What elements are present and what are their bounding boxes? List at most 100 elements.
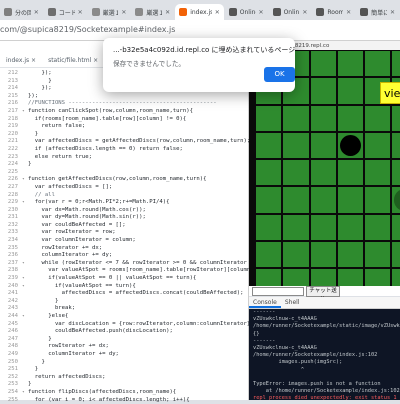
board-cell[interactable] — [255, 104, 283, 132]
fold-chevron-icon[interactable] — [22, 169, 28, 177]
board-cell[interactable] — [336, 186, 365, 214]
board-cell[interactable] — [336, 50, 365, 78]
close-icon[interactable]: ✕ — [390, 9, 395, 16]
tab-favicon-icon — [4, 8, 12, 16]
file-tab[interactable]: index.js × — [0, 55, 42, 67]
board-cell[interactable] — [391, 50, 400, 78]
code-area[interactable]: 212 }); 213 } 214 }); 215}); 216//FUNCTIONS … — [0, 70, 284, 404]
browser-tab[interactable]: Online✕ — [225, 4, 268, 20]
board-cell[interactable] — [364, 213, 392, 242]
tab-label: 厳選１ — [102, 9, 119, 17]
board-cell[interactable] — [364, 131, 392, 160]
code-line: 222 if (affectedDiscs.length == 0) retur… — [0, 146, 248, 154]
console-line: at /home/runner/Socketexample/index.js:1… — [253, 388, 400, 395]
line-number: 229 — [7, 199, 18, 206]
line-number: 235 — [7, 244, 18, 251]
line-number: 217 — [7, 107, 18, 114]
tab-favicon-icon — [228, 8, 237, 16]
line-number: 226 — [7, 176, 18, 183]
code-text: rowIterator += dx; — [28, 343, 109, 350]
line-number: 222 — [7, 145, 18, 152]
browser-tab[interactable]: 厳選１C✕ — [131, 4, 174, 20]
board-cell[interactable] — [336, 241, 365, 269]
board-cell[interactable] — [336, 77, 365, 105]
browser-tab[interactable]: index.js ✕ — [175, 4, 224, 20]
code-text: } — [28, 130, 39, 137]
board-cell[interactable] — [309, 131, 337, 160]
code-line: 253} — [0, 381, 248, 389]
board-cell[interactable] — [336, 213, 365, 242]
alert-dialog: ...-b32e5a4c092d.id.repl.co に埋め込まれているページ… — [103, 38, 295, 92]
board-cell[interactable] — [309, 213, 337, 242]
code-text: var affectedDiscs = getAffectedDiscs(row… — [28, 138, 251, 145]
board-cell[interactable] — [309, 241, 337, 269]
board-cell[interactable] — [309, 159, 337, 187]
board-cell[interactable] — [282, 186, 310, 214]
browser-tab[interactable]: 厳選１ ✕ — [88, 4, 131, 20]
board-cell[interactable] — [282, 104, 310, 132]
board-cell[interactable] — [255, 131, 283, 160]
close-icon[interactable]: ✕ — [165, 9, 170, 16]
line-number: 249 — [7, 350, 18, 357]
code-line: 237 ▾ while (rowIterator <= 7 && rowItera… — [0, 260, 284, 268]
code-line: 240 ▾ if(valueAtSpot == turn){ — [0, 283, 248, 291]
board-cell[interactable] — [282, 131, 310, 160]
line-number: 247 — [7, 335, 18, 342]
board-cell[interactable] — [255, 159, 283, 187]
code-line: 221 var affectedDiscs = getAffectedDiscs… — [0, 138, 251, 146]
board-cell[interactable] — [336, 104, 365, 132]
close-icon[interactable]: ✕ — [34, 9, 39, 16]
board-cell[interactable] — [391, 131, 400, 160]
board-cell[interactable] — [255, 241, 283, 269]
code-line: 251 } — [0, 366, 248, 374]
board-cell[interactable] — [282, 213, 310, 242]
close-icon[interactable]: ✕ — [78, 9, 83, 16]
board-cell[interactable] — [391, 241, 400, 269]
browser-tab[interactable]: 分の回 ✕ — [0, 4, 43, 20]
browser-tab[interactable]: コードリ✕ — [44, 4, 87, 20]
browser-tab[interactable]: Rooms✕ — [312, 4, 355, 20]
ok-button[interactable]: OK — [264, 67, 295, 82]
board-cell[interactable] — [364, 159, 392, 187]
code-text: function flipDiscs(affectedDiscs,room_na… — [28, 388, 177, 395]
browser-tab[interactable]: 簡単に ✕ — [356, 4, 399, 20]
file-tab[interactable]: static/file.html × — [42, 55, 104, 67]
chat-input[interactable] — [252, 287, 304, 296]
chat-send-button[interactable]: チャット送信 — [306, 286, 340, 303]
tab-console[interactable]: Console — [249, 297, 281, 308]
board-cell[interactable] — [255, 186, 283, 214]
url-text[interactable]: com/@supica8219/Socketexample#index.js — [0, 23, 175, 37]
board-cell[interactable] — [309, 77, 337, 105]
close-icon[interactable]: ✕ — [302, 9, 307, 16]
browser-tab-bar: 分の回✕コードリ✕厳選１✕厳選１C✕index.js✕Online✕Online… — [0, 0, 400, 20]
tab-shell[interactable]: Shell — [281, 297, 304, 308]
code-line: 238 var valueAtSpot = rooms[room_name].t… — [0, 267, 284, 275]
board-cell[interactable] — [282, 159, 310, 187]
board-cell[interactable] — [255, 213, 283, 242]
browser-tab[interactable]: Online✕ — [269, 4, 312, 20]
board-cell[interactable] — [309, 104, 337, 132]
board-cell[interactable] — [364, 104, 392, 132]
dialog-message: 保存できませんでした。 — [113, 60, 186, 68]
board-cell[interactable] — [391, 213, 400, 242]
board-cell[interactable] — [309, 186, 337, 214]
board-cell[interactable] — [364, 241, 392, 269]
close-icon[interactable]: ✕ — [121, 9, 126, 16]
code-editor-pane[interactable]: index.js × static/file.html × 212 }); 213 … — [0, 41, 284, 403]
close-icon[interactable]: ✕ — [346, 9, 351, 16]
console-line: vZUswkclnuw-c_t4AAAG — [253, 344, 317, 351]
tab-favicon-icon — [135, 8, 144, 16]
board-cell[interactable] — [309, 50, 337, 78]
board-cell[interactable] — [364, 50, 392, 78]
board-cell[interactable] — [282, 241, 310, 269]
board-cell[interactable] — [364, 186, 392, 214]
code-text: } — [28, 381, 32, 388]
code-text: var dx=Math.round(Math.cos(r)); — [28, 206, 146, 213]
close-icon[interactable]: ✕ — [259, 9, 264, 16]
close-icon[interactable]: ✕ — [215, 9, 220, 16]
code-text: var columnIterator = column; — [28, 237, 136, 244]
line-number: 227 — [7, 183, 18, 190]
board-cell[interactable] — [391, 159, 400, 187]
board-cell[interactable] — [391, 104, 400, 132]
board-cell[interactable] — [336, 159, 365, 187]
